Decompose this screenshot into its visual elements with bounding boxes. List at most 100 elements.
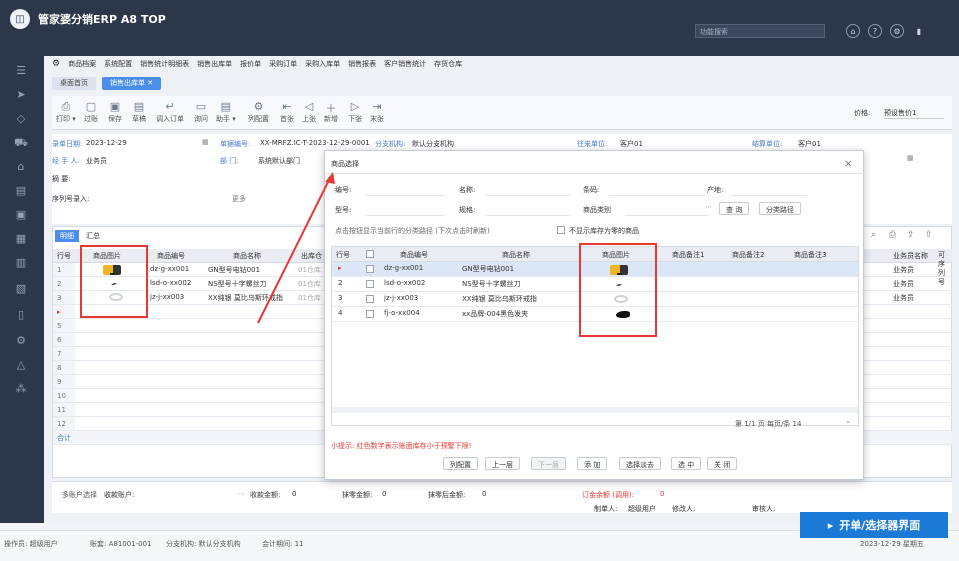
sidebar-send-icon[interactable]: ➤ [12,88,30,102]
price-label: 价格: [854,109,871,117]
menu-item[interactable]: 采购入库单 [305,59,340,69]
prev-button[interactable]: ◁ 上张 [302,100,316,124]
up-level-button[interactable]: 上一层 [485,457,520,470]
tab-sales-outbound[interactable]: 销售出库单 ✕ [102,77,162,90]
handler-field[interactable]: 业务员 [86,156,107,166]
sidebar-box-icon[interactable]: ▣ [12,208,30,222]
date-field[interactable]: 2023-12-29 [86,139,127,147]
menu-item[interactable]: 销售出库单 [197,59,232,69]
discount-value[interactable]: 0 [382,490,386,498]
sidebar-chart-icon[interactable]: ▦ [12,232,30,246]
row-checkbox[interactable] [366,265,374,273]
column-header: 商品编号 [400,251,428,259]
tab-home[interactable]: 桌面首页 [52,77,96,90]
inquiry-button[interactable]: ▭ 询问 [194,100,208,124]
post-button[interactable]: ▢ 过账 [84,100,98,124]
sidebar-doc-icon[interactable]: ▤ [12,184,30,198]
import-order-button[interactable]: ↵ 调入订单 [156,100,184,124]
barcode-input[interactable] [609,185,705,196]
settings-icon[interactable]: ⚙ [890,24,904,38]
category-dropdown-icon[interactable]: ⋯ [705,203,712,211]
branch-field[interactable]: 默认分支机构 [412,139,454,149]
more-button[interactable]: 更多 [232,194,246,204]
save-button[interactable]: ▣ 保存 [108,100,122,124]
row-checkbox[interactable] [366,310,374,318]
sidebar-gear-icon[interactable]: ⚙ [12,334,30,348]
menu-icon[interactable]: ▮ [912,24,926,38]
calendar-icon[interactable]: ▦ [202,138,209,146]
menu-item[interactable]: 销售报表 [348,59,376,69]
export-icon[interactable]: ⇪ [907,230,915,240]
menu-item[interactable]: 系统配置 [104,59,132,69]
save-icon: ▣ [109,100,121,113]
close-icon[interactable]: × [844,157,853,170]
help-icon[interactable]: ? [868,24,882,38]
sidebar-apps-icon[interactable]: ⁂ [12,382,30,396]
gear-icon[interactable]: ⚙ [52,59,60,69]
multi-account-button[interactable]: 多账户选择 [62,490,97,500]
caption-text: 开单/选择器界面 [839,519,921,532]
sidebar-bank-icon[interactable]: ⌂ [12,160,30,174]
upload-icon[interactable]: ⇧ [925,230,933,240]
number-field[interactable]: XX-MRFZ.IC-T-2023-12-29-0001 [260,139,370,147]
unit-field[interactable]: 客户01 [620,139,643,149]
calendar-icon[interactable]: ▦ [907,154,914,162]
home-icon[interactable]: ⌂ [846,24,860,38]
model-input[interactable] [365,205,445,216]
first-button[interactable]: ⇤ 首张 [280,100,294,124]
after-discount-label: 抹零后金额: [428,491,466,499]
row-checkbox[interactable] [366,280,374,288]
function-search-input[interactable]: 功能搜索 [695,24,825,38]
draft-button[interactable]: ▤ 草稿 [132,100,146,124]
menu-item[interactable]: 采购订单 [269,59,297,69]
add-button[interactable]: 添 加 [577,457,608,470]
receive-amount-value[interactable]: 0 [292,490,296,498]
print-icon[interactable]: ⎙ [889,230,896,240]
category-path-button[interactable]: 分类路径 [759,202,801,215]
sidebar-grid-icon[interactable]: ☰ [12,64,30,78]
last-button[interactable]: ⇥ 末张 [370,100,384,124]
settle-field[interactable]: 客户01 [798,139,821,149]
menu-item[interactable]: 存货仓库 [434,59,462,69]
menu-item[interactable]: 商品档案 [68,59,96,69]
down-level-button[interactable]: 下一层 [531,457,566,470]
horizontal-scrollbar[interactable] [332,407,858,413]
column-config-button[interactable]: 列配置 [443,457,478,470]
name-label: 名称: [459,186,476,194]
code-input[interactable] [365,185,445,196]
select-button[interactable]: 选 中 [671,457,702,470]
receive-account-dropdown[interactable]: ⋯ [238,490,245,498]
query-button[interactable]: 查 询 [719,202,750,215]
dept-field[interactable]: 系统默认部门 [258,156,300,166]
assistant-button[interactable]: ▤ 助手 ▾ [216,100,236,124]
spec-input[interactable] [485,205,571,216]
row-checkbox[interactable] [366,295,374,303]
sidebar-warning-icon[interactable]: △ [12,358,30,372]
sidebar-cart-icon[interactable]: ⛟ [12,136,30,150]
search-icon[interactable]: ⌕ [871,230,876,240]
sidebar-file-icon[interactable]: ▯ [12,308,30,322]
select-all-checkbox[interactable] [366,250,374,258]
new-button[interactable]: ＋新增 [324,100,338,124]
hint-text: 点击按钮显示当前行的分类路径 (下次点击时刷新) [335,227,490,235]
category-input[interactable] [625,205,709,216]
sidebar-list-icon[interactable]: ▧ [12,282,30,296]
sidebar-report-icon[interactable]: ▥ [12,256,30,270]
origin-input[interactable] [731,185,807,196]
next-button[interactable]: ▷ 下张 [348,100,362,124]
menu-item[interactable]: 报价单 [240,59,261,69]
tab-detail[interactable]: 明细 [55,230,79,242]
chevron-down-icon[interactable]: ⌄ [845,417,851,425]
menu-item[interactable]: 客户销售统计 [384,59,426,69]
menu-item[interactable]: 销售统计明细表 [140,59,189,69]
select-clear-button[interactable]: 选择淡去 [619,457,661,470]
tab-summary[interactable]: 汇总 [81,230,105,242]
close-button[interactable]: 关 闭 [707,457,738,470]
document-footer: 多账户选择 收款账户: ⋯ 收款金额: 0 抹零金额: 0 抹零后金额: 0 订… [52,481,952,513]
price-select[interactable]: 预设售价1 [884,108,944,119]
print-button[interactable]: ⎙ 打印 ▾ [56,100,76,124]
hide-zero-stock-checkbox[interactable] [557,226,565,234]
name-input[interactable] [485,185,571,196]
sidebar-tag-icon[interactable]: ◇ [12,112,30,126]
column-config-button[interactable]: ⚙ 列配置 [248,100,269,124]
